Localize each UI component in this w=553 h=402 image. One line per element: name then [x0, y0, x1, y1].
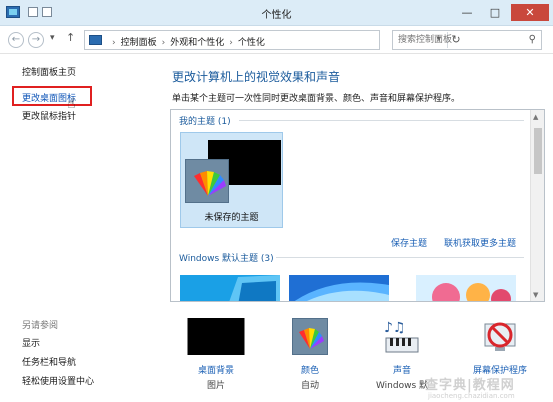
- page-title: 更改计算机上的视觉效果和声音: [172, 70, 341, 84]
- color-label[interactable]: 颜色: [265, 363, 355, 376]
- desktop-background-item[interactable]: 桌面背景 图片: [171, 318, 261, 398]
- scroll-down-icon[interactable]: ▼: [533, 291, 538, 299]
- theme-thumbnail-windows[interactable]: [180, 275, 280, 302]
- color-value: 自动: [300, 381, 319, 391]
- section-divider: [239, 120, 524, 121]
- address-bar[interactable]: › 控制面板 › 外观和个性化 › 个性化 ▾ ↻: [84, 30, 461, 50]
- color-swatch-icon: [185, 159, 229, 203]
- theme-item-unsaved[interactable]: 未保存的主题: [180, 132, 283, 228]
- page-description: 单击某个主题可一次性同时更改桌面背景、颜色、声音和屏幕保护程序。: [172, 94, 461, 104]
- screen-saver-icon: [481, 318, 519, 356]
- forward-button[interactable]: →: [28, 32, 44, 48]
- color-item[interactable]: 颜色 自动: [265, 318, 355, 398]
- navigation-bar: ← → ▾ ↑ ›控制面板›外观和个性化›个性化 ▾ ↻ ⚲: [0, 26, 553, 54]
- recent-locations-chevron-down-icon[interactable]: ▾: [50, 33, 55, 43]
- breadcrumb-item[interactable]: 控制面板: [121, 38, 157, 48]
- my-themes-header: 我的主题 (1): [179, 117, 231, 127]
- control-panel-icon: [89, 35, 102, 45]
- section-divider: [276, 257, 524, 258]
- save-theme-link[interactable]: 保存主题: [391, 236, 427, 249]
- scroll-thumb[interactable]: [534, 128, 542, 174]
- search-box[interactable]: ⚲: [392, 30, 542, 50]
- search-icon[interactable]: ⚲: [529, 34, 536, 45]
- maximize-button[interactable]: □: [483, 4, 507, 21]
- see-also-taskbar[interactable]: 任务栏和导航: [22, 355, 76, 368]
- breadcrumb-item[interactable]: 外观和个性化: [170, 38, 224, 48]
- back-button[interactable]: ←: [8, 32, 24, 48]
- breadcrumb: › 控制面板 › 外观和个性化 › 个性化: [112, 38, 265, 48]
- sounds-icon: ♪♫: [382, 318, 422, 356]
- scroll-up-icon[interactable]: ▲: [533, 113, 538, 121]
- up-button[interactable]: ↑: [66, 31, 75, 44]
- sidebar-item-home[interactable]: 控制面板主页: [22, 65, 76, 78]
- windows-themes-header: Windows 默认主题 (3): [179, 254, 274, 264]
- see-also-heading: 另请参阅: [22, 321, 59, 331]
- theme-list-panel[interactable]: 我的主题 (1) 未保存的主题 保存主题 联机获取更多主题 Windows 默认…: [170, 109, 545, 302]
- see-also-ease-of-access[interactable]: 轻松使用设置中心: [22, 374, 94, 387]
- search-input[interactable]: [393, 31, 513, 49]
- theme-thumbnail-lines[interactable]: [289, 275, 389, 302]
- see-also-display[interactable]: 显示: [22, 336, 40, 349]
- theme-name: 未保存的主题: [204, 213, 259, 223]
- color-swatch-icon: [292, 318, 328, 355]
- hand-cursor-icon: ☝: [67, 96, 76, 112]
- desktop-background-thumbnail: [187, 318, 245, 355]
- minimize-button[interactable]: —: [455, 4, 479, 21]
- desktop-background-value: 图片: [206, 381, 225, 391]
- get-more-themes-link[interactable]: 联机获取更多主题: [444, 236, 516, 249]
- title-bar: 个性化 — □ ✕: [0, 0, 553, 26]
- breadcrumb-item[interactable]: 个性化: [238, 38, 265, 48]
- left-sidebar: 控制面板主页 更改桌面图标 更改鼠标指针 ☝ 另请参阅 显示 任务栏和导航 轻松…: [0, 54, 155, 402]
- theme-thumbnail-flowers[interactable]: [416, 275, 516, 302]
- desktop-background-label[interactable]: 桌面背景: [171, 363, 261, 376]
- svg-text:♪♫: ♪♫: [384, 320, 406, 336]
- watermark-text: 查字典|教程网: [425, 378, 515, 393]
- watermark-url: jiaocheng.chazidian.com: [428, 392, 515, 400]
- close-button[interactable]: ✕: [511, 4, 549, 21]
- panel-scrollbar[interactable]: ▲ ▼: [530, 110, 544, 301]
